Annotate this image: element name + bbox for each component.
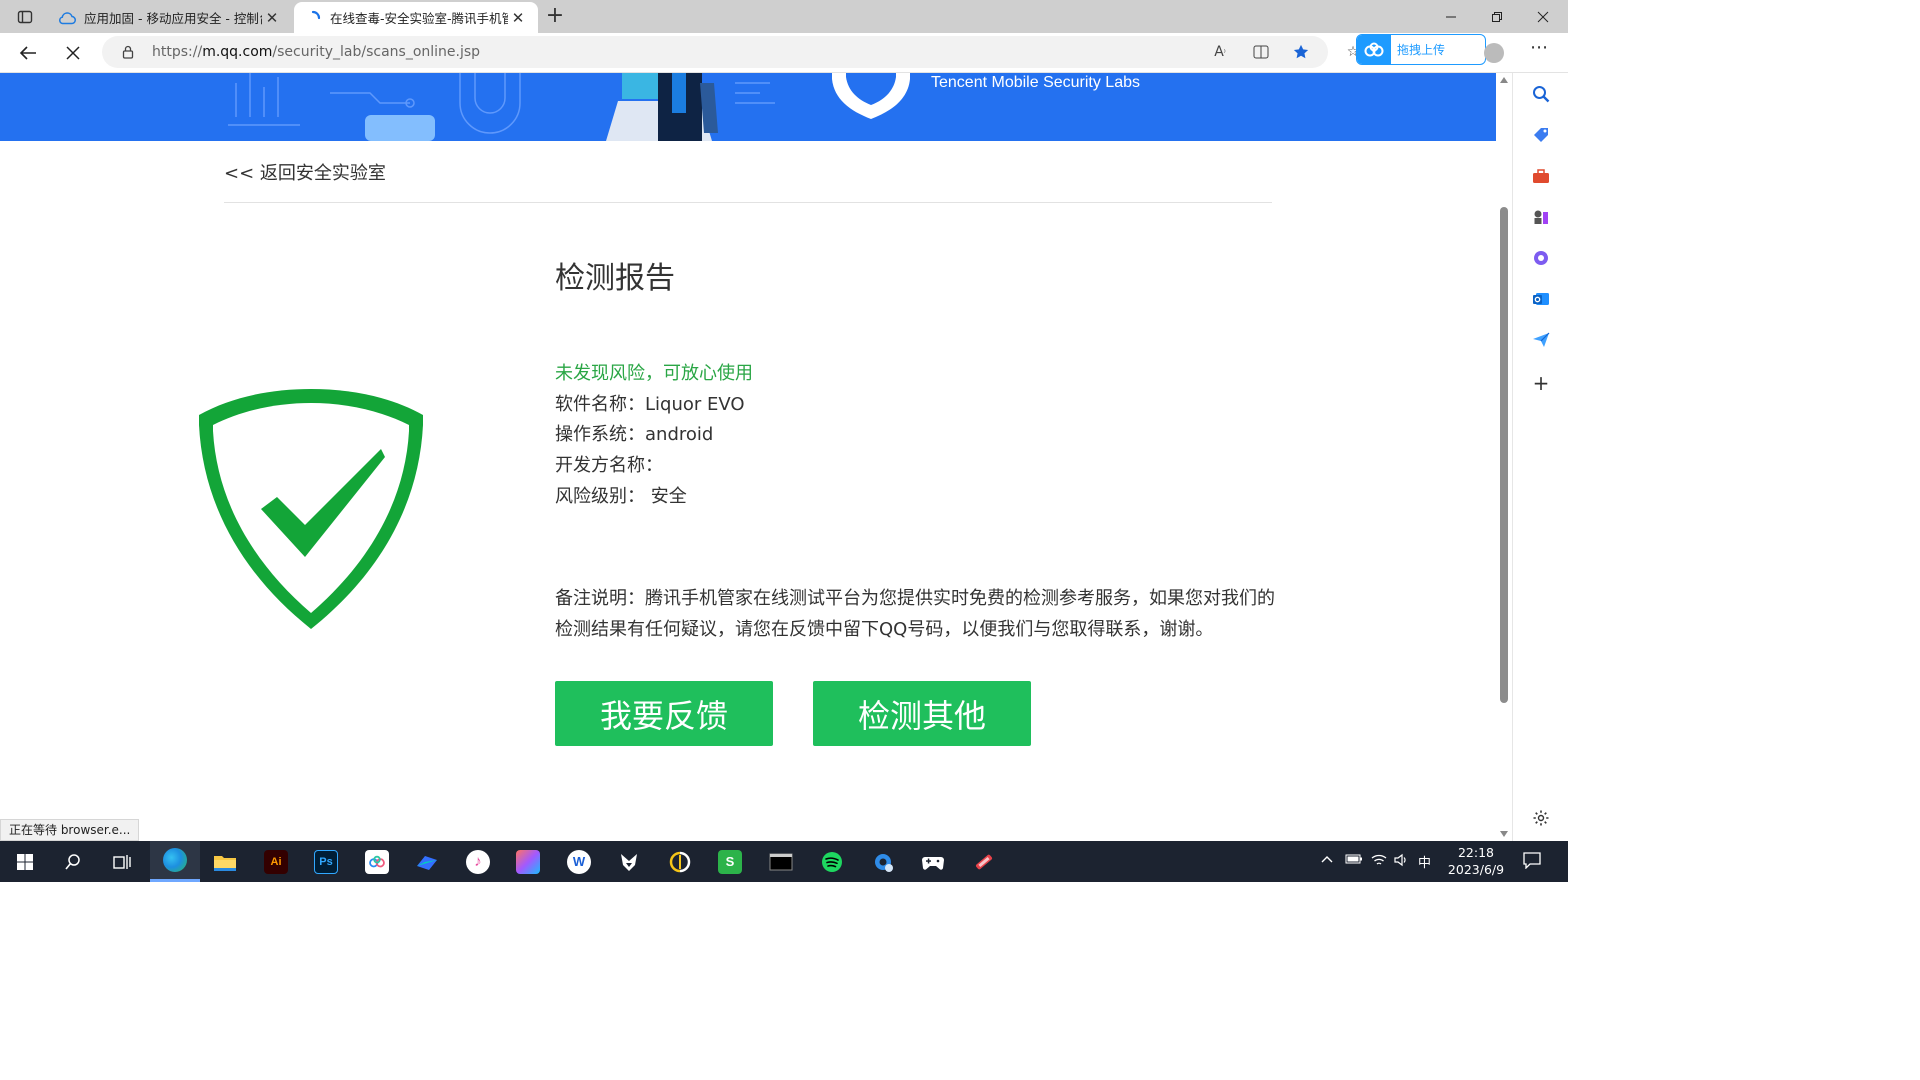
hero-illustration: [228, 73, 910, 141]
result-status: 未发现风险，可放心使用: [555, 363, 753, 384]
baidu-cloud-icon: [1357, 35, 1391, 64]
stop-loading-icon[interactable]: [57, 37, 89, 69]
vertical-scrollbar[interactable]: [1496, 73, 1512, 841]
software-name: 软件名称：Liquor EVO: [555, 393, 745, 415]
outlook-icon[interactable]: [1528, 286, 1554, 312]
loading-spinner-icon: [304, 9, 322, 27]
wps-icon[interactable]: W: [554, 841, 604, 882]
search-icon[interactable]: [1528, 81, 1554, 107]
start-icon[interactable]: [0, 841, 50, 882]
page-viewport: Tencent Mobile Security Labs << 返回安全实验室 …: [0, 73, 1496, 841]
feedback-button[interactable]: 我要反馈: [555, 681, 773, 746]
spreadsheet-app-icon[interactable]: S: [705, 841, 755, 882]
settings-gear-icon[interactable]: [1528, 805, 1554, 831]
tab-title: 应用加固 - 移动应用安全 - 控制台: [84, 11, 262, 26]
audio-app-icon[interactable]: [655, 841, 705, 882]
check-other-button[interactable]: 检测其他: [813, 681, 1031, 746]
system-clock[interactable]: 22:18 2023/6/9: [1440, 844, 1512, 878]
more-menu-icon[interactable]: ⋯: [1524, 37, 1554, 69]
send-plane-icon[interactable]: [1528, 327, 1554, 353]
game-controller-icon[interactable]: [908, 841, 958, 882]
illustrator-icon[interactable]: Ai: [251, 841, 301, 882]
scan-result-info: 未发现风险，可放心使用 软件名称：Liquor EVO 操作系统：android…: [555, 359, 753, 513]
back-arrow-icon[interactable]: [12, 37, 44, 69]
tab-app-hardening[interactable]: 应用加固 - 移动应用安全 - 控制台 ✕: [48, 2, 292, 33]
scroll-down-arrow-icon[interactable]: [1500, 831, 1508, 837]
battery-icon[interactable]: [1345, 853, 1363, 869]
microsoft-365-icon[interactable]: [1528, 245, 1554, 271]
scrollbar-thumb[interactable]: [1500, 207, 1508, 703]
tab-title: 在线查毒-安全实验室-腾讯手机管家: [330, 11, 508, 26]
hero-banner: Tencent Mobile Security Labs: [0, 73, 1496, 141]
volume-icon[interactable]: [1393, 853, 1411, 871]
tools-toolbox-icon[interactable]: [1528, 163, 1554, 189]
close-window-icon[interactable]: [1520, 0, 1566, 33]
feishu-icon[interactable]: [402, 841, 452, 882]
loading-status-text: 正在等待 browser.e...: [0, 819, 140, 841]
file-explorer-icon[interactable]: [200, 841, 250, 882]
cloud-icon: [58, 9, 76, 27]
ime-indicator[interactable]: 中: [1418, 852, 1431, 871]
spotify-icon[interactable]: [807, 841, 857, 882]
page-title: 检测报告: [555, 261, 675, 296]
clock-time: 22:18: [1457, 845, 1495, 860]
favorite-star-icon[interactable]: [1290, 41, 1312, 63]
drag-upload-label: 拖拽上传: [1397, 43, 1446, 57]
photoshop-icon[interactable]: Ps: [301, 841, 351, 882]
close-tab-icon[interactable]: ✕: [262, 9, 282, 27]
notification-center-icon[interactable]: [1522, 851, 1544, 871]
tab-strip: 应用加固 - 移动应用安全 - 控制台 ✕ 在线查毒-安全实验室-腾讯手机管家 …: [0, 0, 1568, 33]
show-hidden-icons-chevron-icon[interactable]: [1320, 853, 1334, 868]
divider: [224, 202, 1272, 203]
tab-online-scan[interactable]: 在线查毒-安全实验室-腾讯手机管家 ✕: [294, 2, 538, 33]
windows-taskbar: Ai Ps ♪ W S 中 22:18 2023/6/9: [0, 841, 1568, 882]
restore-icon[interactable]: [1474, 0, 1520, 33]
terminal-icon[interactable]: [756, 841, 806, 882]
lock-icon[interactable]: [120, 44, 136, 60]
itunes-icon[interactable]: ♪: [453, 841, 503, 882]
address-bar[interactable]: https://m.qq.com/security_lab/scans_onli…: [102, 36, 1359, 68]
read-aloud-icon[interactable]: A ⁾: [1209, 41, 1231, 63]
minimize-icon[interactable]: [1428, 0, 1474, 33]
task-view-icon[interactable]: [97, 841, 147, 882]
edge-icon[interactable]: [150, 841, 200, 882]
figma-icon[interactable]: [503, 841, 553, 882]
edge-sidebar: +: [1512, 73, 1568, 841]
search-icon[interactable]: [48, 841, 98, 882]
scroll-up-arrow-icon[interactable]: [1500, 77, 1508, 83]
labs-title: Tencent Mobile Security Labs: [931, 74, 1140, 91]
new-tab-icon[interactable]: +: [542, 4, 568, 30]
shopping-tag-icon[interactable]: [1528, 122, 1554, 148]
clock-date: 2023/6/9: [1447, 862, 1505, 877]
add-sidebar-icon[interactable]: +: [1528, 370, 1554, 396]
operating-system: 操作系统：android: [555, 424, 714, 446]
wifi-icon[interactable]: [1370, 853, 1388, 871]
games-chess-icon[interactable]: [1528, 204, 1554, 230]
safe-shield-icon: [199, 389, 423, 629]
note-text: 备注说明：腾讯手机管家在线测试平台为您提供实时免费的检测参考服务，如果您对我们的…: [555, 588, 1275, 640]
drag-upload-button[interactable]: 拖拽上传: [1356, 34, 1486, 65]
tab-actions-icon[interactable]: [8, 4, 42, 30]
tool-app-icon[interactable]: [959, 841, 1009, 882]
developer-name: 开发方名称：: [555, 455, 663, 477]
settings-app-icon[interactable]: [858, 841, 908, 882]
fox-app-icon[interactable]: [604, 841, 654, 882]
risk-level: 风险级别： 安全: [555, 485, 687, 507]
navigation-bar: https://m.qq.com/security_lab/scans_onli…: [0, 33, 1568, 73]
profile-avatar[interactable]: [1484, 43, 1504, 63]
split-screen-icon[interactable]: [1250, 41, 1272, 63]
baidu-netdisk-icon[interactable]: [352, 841, 402, 882]
back-to-lab-link[interactable]: << 返回安全实验室: [224, 159, 386, 185]
close-tab-icon[interactable]: ✕: [508, 9, 528, 27]
url-text[interactable]: https://m.qq.com/security_lab/scans_onli…: [152, 44, 480, 60]
